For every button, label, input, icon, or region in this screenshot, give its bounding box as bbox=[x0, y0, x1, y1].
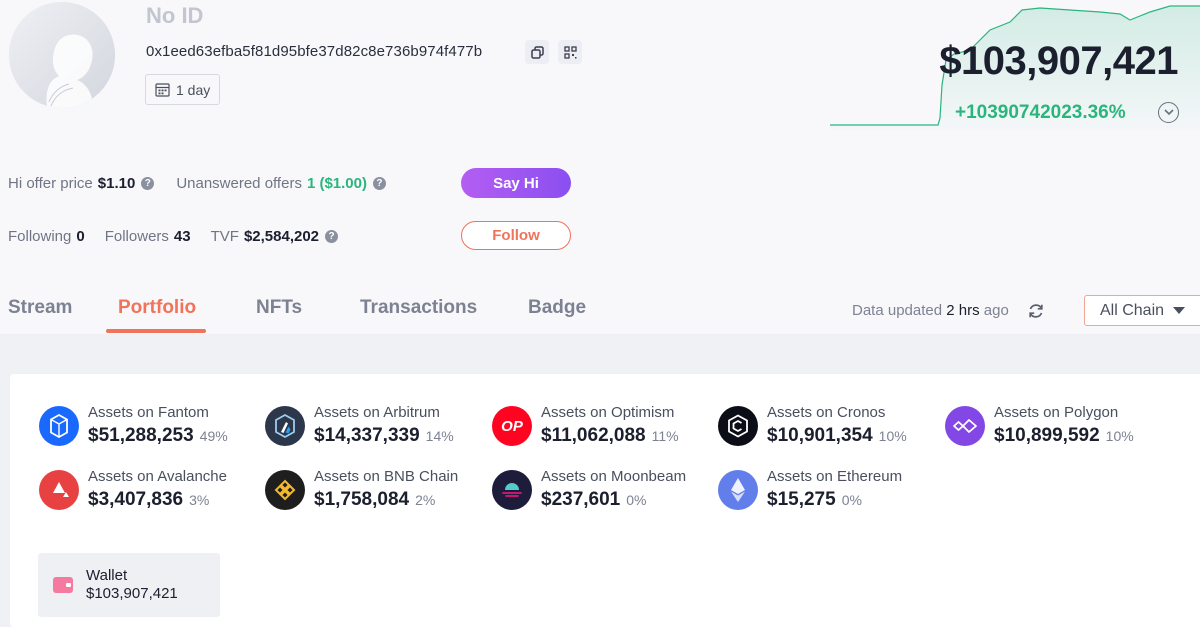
active-tab-indicator bbox=[106, 329, 206, 333]
asset-percent: 10% bbox=[1105, 428, 1134, 444]
followers-label[interactable]: Followers bbox=[105, 228, 169, 245]
arbitrum-icon bbox=[265, 406, 305, 446]
optimism-glyph: OP bbox=[501, 417, 523, 435]
asset-value: $14,337,339 14% bbox=[314, 425, 454, 447]
asset-percent: 2% bbox=[415, 492, 436, 508]
following-count[interactable]: 0 bbox=[76, 228, 84, 245]
asset-amount: $1,758,084 bbox=[314, 489, 410, 510]
chain-select-value: All Chain bbox=[1100, 301, 1165, 319]
asset-label: Assets on Ethereum bbox=[767, 468, 903, 485]
asset-amount: $3,407,836 bbox=[88, 489, 184, 510]
asset-label: Assets on Arbitrum bbox=[314, 404, 440, 421]
tab-stream[interactable]: Stream bbox=[8, 297, 72, 319]
asset-amount: $10,899,592 bbox=[994, 425, 1100, 446]
asset-percent: 3% bbox=[189, 492, 210, 508]
caret-down-icon bbox=[1173, 307, 1185, 314]
asset-label: Assets on Avalanche bbox=[88, 468, 227, 485]
asset-amount: $237,601 bbox=[541, 489, 621, 510]
asset-value: $10,901,354 10% bbox=[767, 425, 907, 447]
asset-amount: $10,901,354 bbox=[767, 425, 873, 446]
asset-percent: 11% bbox=[651, 428, 679, 444]
help-icon[interactable]: ? bbox=[141, 177, 155, 190]
updated-suffix: ago bbox=[983, 302, 1009, 319]
wallet-summary[interactable]: Wallet $103,907,421 bbox=[38, 553, 220, 617]
tab-transactions[interactable]: Transactions bbox=[360, 297, 477, 319]
fantom-icon bbox=[39, 406, 79, 446]
asset-label: Assets on Polygon bbox=[994, 404, 1119, 421]
unanswered-offers-label: Unanswered offers bbox=[176, 175, 302, 192]
asset-percent: 10% bbox=[878, 428, 907, 444]
unanswered-offers-value[interactable]: 1 ($1.00) bbox=[307, 175, 367, 192]
cronos-icon bbox=[718, 406, 758, 446]
tab-nfts[interactable]: NFTs bbox=[256, 297, 302, 319]
total-balance: $103,907,421 bbox=[939, 39, 1178, 83]
updated-value: 2 hrs bbox=[946, 302, 980, 319]
asset-percent: 0% bbox=[626, 492, 647, 508]
chain-select[interactable]: All Chain bbox=[1084, 295, 1200, 326]
asset-value: $15,275 0% bbox=[767, 489, 862, 511]
asset-label: Assets on BNB Chain bbox=[314, 468, 459, 485]
wallet-icon bbox=[53, 577, 73, 593]
asset-amount: $14,337,339 bbox=[314, 425, 420, 446]
asset-value: $3,407,836 3% bbox=[88, 489, 209, 511]
following-label[interactable]: Following bbox=[8, 228, 71, 245]
balance-change: +10390742023.36% bbox=[955, 102, 1126, 123]
profile-name: No ID bbox=[146, 3, 204, 28]
avatar bbox=[9, 2, 115, 108]
hi-offer-value: $1.10 bbox=[97, 175, 136, 192]
copy-icon bbox=[530, 45, 544, 59]
tvf-label: TVF bbox=[210, 228, 239, 245]
chevron-down-icon bbox=[1163, 109, 1174, 116]
asset-amount: $15,275 bbox=[767, 489, 836, 510]
wallet-label: Wallet bbox=[86, 567, 128, 584]
say-hi-button[interactable]: Say Hi bbox=[461, 168, 571, 198]
asset-label: Assets on Optimism bbox=[541, 404, 675, 421]
avalanche-icon bbox=[39, 470, 79, 510]
follow-button[interactable]: Follow bbox=[461, 221, 571, 250]
asset-label: Assets on Moonbeam bbox=[541, 468, 687, 485]
tab-badge[interactable]: Badge bbox=[528, 297, 586, 319]
asset-value: $11,062,088 11% bbox=[541, 425, 679, 447]
calendar-icon bbox=[155, 83, 170, 97]
help-icon[interactable]: ? bbox=[325, 230, 339, 243]
asset-percent: 0% bbox=[841, 492, 862, 508]
copy-address-button[interactable] bbox=[525, 40, 549, 64]
expand-chart-button[interactable] bbox=[1158, 102, 1179, 123]
hi-offer-row: Hi offer price $1.10 ? Unanswered offers… bbox=[8, 175, 386, 192]
followers-count[interactable]: 43 bbox=[174, 228, 191, 245]
ethereum-icon bbox=[718, 470, 758, 510]
updated-prefix: Data updated bbox=[852, 302, 943, 319]
qr-code-button[interactable] bbox=[558, 40, 582, 64]
hi-offer-label: Hi offer price bbox=[8, 175, 93, 192]
refresh-icon[interactable] bbox=[1027, 302, 1045, 320]
asset-amount: $51,288,253 bbox=[88, 425, 194, 446]
asset-percent: 49% bbox=[199, 428, 228, 444]
asset-value: $51,288,253 49% bbox=[88, 425, 228, 447]
optimism-icon: OP bbox=[492, 406, 532, 446]
tvf-value: $2,584,202 bbox=[243, 228, 320, 245]
asset-amount: $11,062,088 bbox=[541, 425, 646, 446]
polygon-icon bbox=[945, 406, 985, 446]
asset-value: $10,899,592 10% bbox=[994, 425, 1134, 447]
asset-value: $237,601 0% bbox=[541, 489, 646, 511]
moonbeam-icon bbox=[492, 470, 532, 510]
help-icon[interactable]: ? bbox=[372, 177, 386, 190]
asset-label: Assets on Fantom bbox=[88, 404, 209, 421]
tab-portfolio[interactable]: Portfolio bbox=[118, 297, 196, 319]
asset-percent: 14% bbox=[425, 428, 454, 444]
bnb-chain-icon bbox=[265, 470, 305, 510]
wallet-value: $103,907,421 bbox=[86, 585, 178, 602]
qr-code-icon bbox=[563, 45, 577, 59]
asset-value: $1,758,084 2% bbox=[314, 489, 435, 511]
period-selector[interactable]: 1 day bbox=[145, 74, 220, 105]
wallet-address: 0x1eed63efba5f81d95bfe37d82c8e736b974f47… bbox=[146, 43, 483, 60]
data-updated-status: Data updated 2 hrs ago bbox=[852, 302, 1009, 319]
period-label: 1 day bbox=[176, 81, 211, 98]
asset-label: Assets on Cronos bbox=[767, 404, 886, 421]
follow-stats-row: Following 0 Followers 43 TVF $2,584,202 … bbox=[8, 228, 339, 245]
